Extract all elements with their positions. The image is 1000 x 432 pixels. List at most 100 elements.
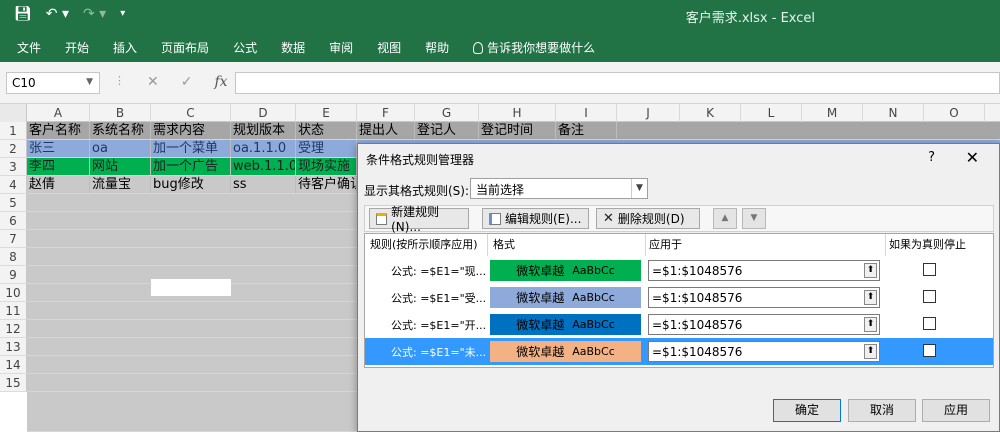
column-header[interactable]: L — [741, 104, 802, 122]
stop-if-true-checkbox[interactable] — [923, 290, 936, 303]
column-header[interactable]: D — [231, 104, 296, 122]
tab-insert[interactable]: 插入 — [113, 39, 137, 56]
stop-if-true-checkbox[interactable] — [923, 317, 936, 330]
cell[interactable]: 备注 — [556, 122, 617, 139]
tell-me-search[interactable]: 告诉我你想要做什么 — [473, 39, 595, 56]
row-header[interactable]: 5 — [0, 194, 27, 212]
move-down-button[interactable]: ▼ — [742, 208, 766, 229]
column-header[interactable]: F — [357, 104, 415, 122]
range-picker-icon[interactable]: ⬆ — [864, 317, 877, 332]
row-header[interactable]: 3 — [0, 158, 27, 176]
tab-file[interactable]: 文件 — [17, 39, 41, 56]
row-header[interactable]: 7 — [0, 230, 27, 248]
cell[interactable]: oa.1.1.0 — [231, 140, 296, 157]
row-header[interactable]: 9 — [0, 266, 27, 284]
row-header[interactable]: 15 — [0, 374, 27, 392]
cell[interactable]: 状态 — [296, 122, 357, 139]
delete-rule-button[interactable]: ✕ 删除规则(D) — [596, 208, 700, 229]
cell[interactable]: 流量宝 — [90, 176, 151, 193]
chevron-down-icon[interactable]: ▼ — [631, 179, 647, 198]
column-header[interactable]: O — [924, 104, 985, 122]
show-rules-select[interactable]: 当前选择 ▼ — [470, 178, 648, 199]
rule-row[interactable]: 公式: =$E1="受... 微软卓越 AaBbCc =$1:$1048576 … — [365, 284, 993, 311]
row-header[interactable]: 1 — [0, 122, 27, 140]
cell[interactable]: 客户名称 — [27, 122, 90, 139]
column-header[interactable]: E — [296, 104, 357, 122]
tab-page-layout[interactable]: 页面布局 — [161, 39, 209, 56]
row-header[interactable]: 14 — [0, 356, 27, 374]
cell[interactable]: 加一个菜单 — [151, 140, 231, 157]
row-header[interactable]: 10 — [0, 284, 27, 302]
move-up-button[interactable]: ▲ — [713, 208, 737, 229]
column-header[interactable]: K — [680, 104, 741, 122]
cancel-button[interactable]: 取消 — [848, 399, 916, 422]
active-cell[interactable] — [151, 279, 231, 296]
tab-home[interactable]: 开始 — [65, 39, 89, 56]
cell[interactable]: 规划版本 — [231, 122, 296, 139]
insert-function-icon[interactable]: fx — [214, 74, 227, 90]
close-icon[interactable]: ✕ — [966, 148, 979, 167]
range-picker-icon[interactable]: ⬆ — [864, 290, 877, 305]
column-header[interactable]: N — [863, 104, 924, 122]
edit-rule-button[interactable]: 编辑规则(E)... — [482, 208, 589, 229]
column-header[interactable]: J — [617, 104, 680, 122]
cell[interactable]: 网站 — [90, 158, 151, 175]
cell[interactable]: 加一个广告 — [151, 158, 231, 175]
formula-input[interactable] — [235, 72, 1000, 94]
cell[interactable]: 需求内容 — [151, 122, 231, 139]
row-header[interactable]: 8 — [0, 248, 27, 266]
cell[interactable]: 提出人 — [357, 122, 415, 139]
cell[interactable]: oa — [90, 140, 151, 157]
tab-formulas[interactable]: 公式 — [233, 39, 257, 56]
name-box[interactable]: C10 ▼ — [6, 72, 100, 94]
column-header[interactable]: M — [802, 104, 863, 122]
cell[interactable]: 登记时间 — [479, 122, 556, 139]
cell[interactable]: 张三 — [27, 140, 90, 157]
tab-review[interactable]: 审阅 — [329, 39, 353, 56]
rule-row[interactable]: 公式: =$E1="现... 微软卓越 AaBbCc =$1:$1048576 … — [365, 257, 993, 284]
tab-data[interactable]: 数据 — [281, 39, 305, 56]
column-header[interactable]: A — [27, 104, 90, 122]
cell[interactable]: 受理 — [296, 140, 357, 157]
applies-to-field[interactable]: =$1:$1048576 ⬆ — [648, 314, 880, 335]
applies-to-field[interactable]: =$1:$1048576 ⬆ — [648, 341, 880, 362]
column-header[interactable]: B — [90, 104, 151, 122]
cell[interactable]: 待客户确认 — [296, 176, 357, 193]
select-all-corner[interactable] — [0, 104, 27, 122]
stop-if-true-checkbox[interactable] — [923, 263, 936, 276]
applies-to-field[interactable]: =$1:$1048576 ⬆ — [648, 260, 880, 281]
range-picker-icon[interactable]: ⬆ — [864, 263, 877, 278]
cell[interactable]: ss — [231, 176, 296, 193]
row-header[interactable]: 13 — [0, 338, 27, 356]
column-header[interactable]: G — [415, 104, 479, 122]
cell[interactable]: 李四 — [27, 158, 90, 175]
stop-if-true-checkbox[interactable] — [923, 344, 936, 357]
row-header[interactable]: 4 — [0, 176, 27, 194]
cell[interactable]: 登记人 — [415, 122, 479, 139]
tab-help[interactable]: 帮助 — [425, 39, 449, 56]
range-picker-icon[interactable]: ⬆ — [864, 344, 877, 359]
row-header[interactable]: 6 — [0, 212, 27, 230]
rule-row-selected[interactable]: 公式: =$E1="未... 微软卓越 AaBbCc =$1:$1048576 … — [365, 338, 993, 365]
cell[interactable]: bug修改 — [151, 176, 231, 193]
row-header[interactable]: 12 — [0, 320, 27, 338]
chevron-down-icon[interactable]: ▼ — [86, 77, 93, 87]
enter-icon[interactable]: ✓ — [181, 74, 193, 90]
cell[interactable]: 赵倩 — [27, 176, 90, 193]
cell[interactable]: 现场实施 — [296, 158, 357, 175]
column-header[interactable]: H — [479, 104, 556, 122]
rule-row[interactable]: 公式: =$E1="开... 微软卓越 AaBbCc =$1:$1048576 … — [365, 311, 993, 338]
cancel-icon[interactable]: ✕ — [147, 74, 159, 90]
cell[interactable]: web.1.1.0 — [231, 158, 296, 175]
tab-view[interactable]: 视图 — [377, 39, 401, 56]
applies-to-field[interactable]: =$1:$1048576 ⬆ — [648, 287, 880, 308]
help-icon[interactable]: ? — [928, 150, 935, 165]
row-header[interactable]: 11 — [0, 302, 27, 320]
column-header[interactable]: I — [556, 104, 617, 122]
apply-button[interactable]: 应用 — [922, 399, 990, 422]
new-rule-button[interactable]: 新建规则(N)... — [369, 205, 469, 234]
column-header[interactable]: C — [151, 104, 231, 122]
row-header[interactable]: 2 — [0, 140, 27, 158]
cell[interactable]: 系统名称 — [90, 122, 151, 139]
ok-button[interactable]: 确定 — [773, 399, 841, 422]
